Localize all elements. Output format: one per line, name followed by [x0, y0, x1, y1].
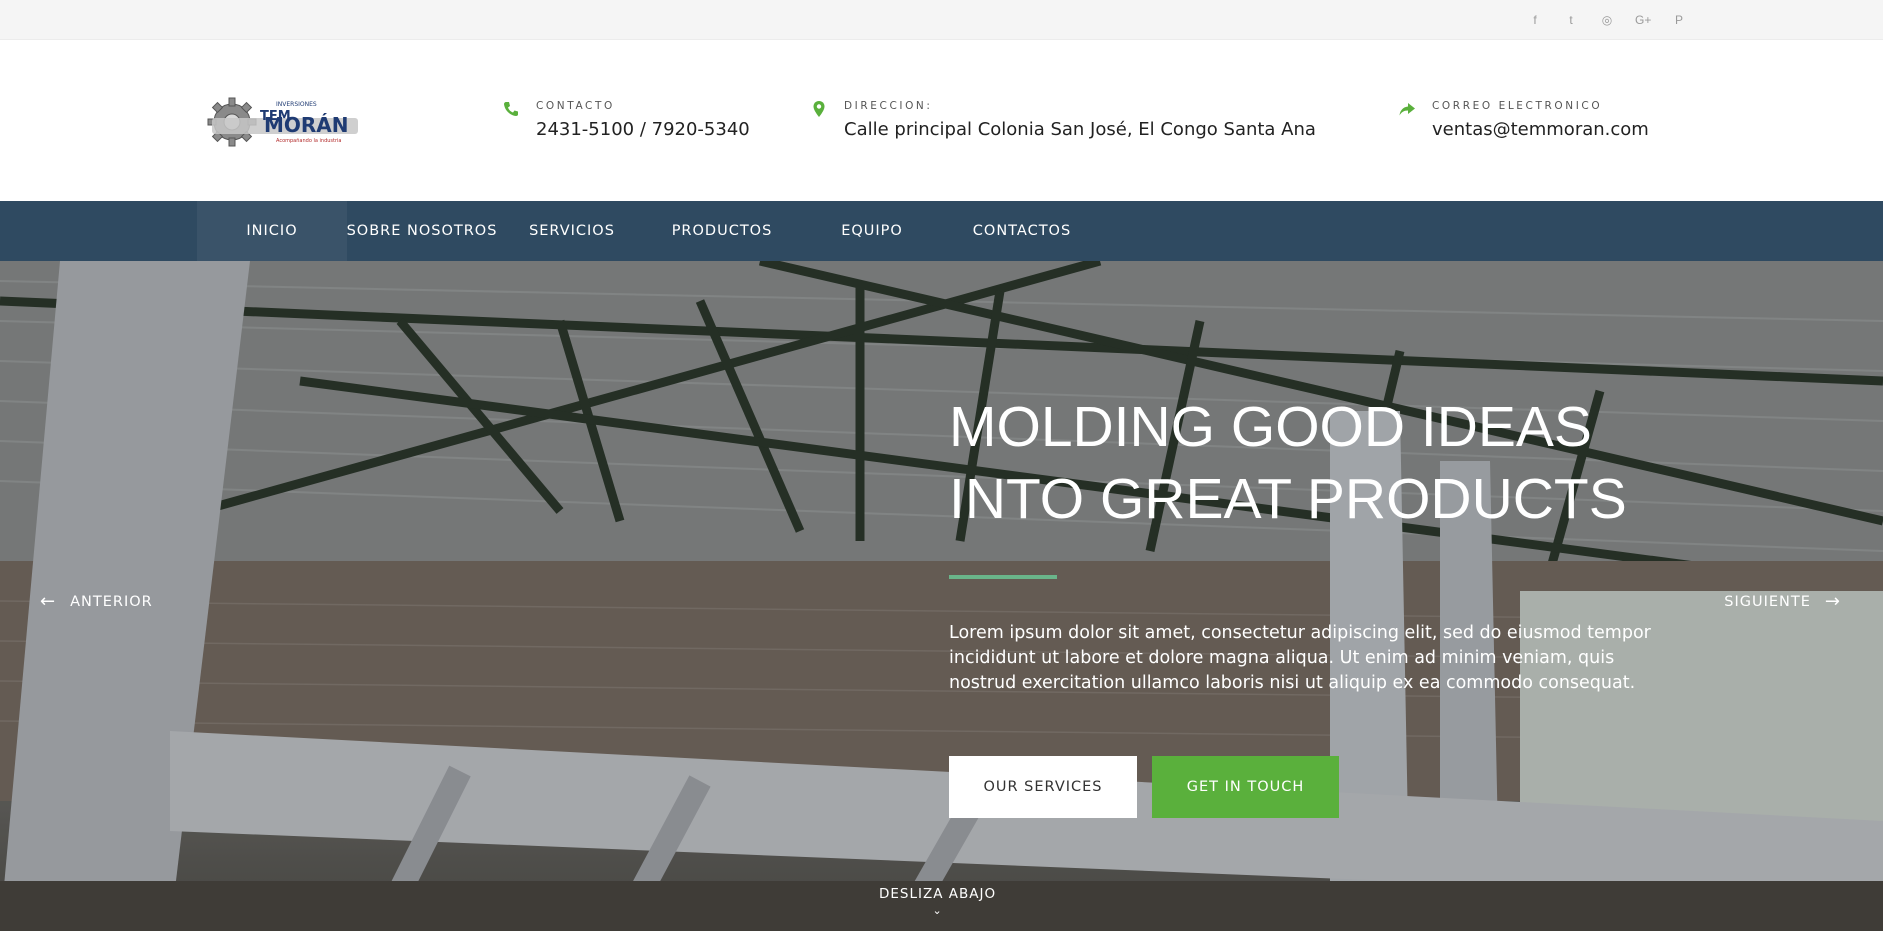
arrow-left-icon: ← [40, 591, 57, 612]
main-nav: INICIO SOBRE NOSOTROS SERVICIOS PRODUCTO… [0, 201, 1883, 261]
phone-icon [504, 102, 518, 116]
scroll-down[interactable]: DESLIZA ABAJO ⌄ [879, 886, 996, 917]
nav-item-sobre-nosotros[interactable]: SOBRE NOSOTROS [347, 201, 497, 261]
nav-item-contactos[interactable]: CONTACTOS [947, 201, 1097, 261]
svg-text:INVERSIONES: INVERSIONES [276, 101, 317, 108]
contact-phone[interactable]: 2431-5100 / 7920-5340 [536, 119, 750, 140]
share-arrow-icon [1399, 103, 1415, 116]
site-header: INVERSIONES TEM MORÁN Acompañando la ind… [0, 40, 1883, 201]
pinterest-icon[interactable]: P [1671, 13, 1687, 27]
slider-next[interactable]: SIGUIENTE → [1724, 591, 1841, 612]
instagram-icon[interactable]: ◎ [1599, 13, 1615, 27]
facebook-icon[interactable]: f [1527, 13, 1543, 27]
twitter-icon[interactable]: t [1563, 13, 1579, 27]
nav-item-equipo[interactable]: EQUIPO [797, 201, 947, 261]
hero-title: MOLDING GOOD IDEAS INTO GREAT PRODUCTS [949, 391, 1627, 535]
email-label: CORREO ELECTRONICO [1432, 100, 1603, 112]
nav-item-servicios[interactable]: SERVICIOS [497, 201, 647, 261]
arrow-right-icon: → [1824, 591, 1841, 612]
hero-divider [949, 575, 1057, 579]
contact-label: CONTACTO [536, 100, 615, 112]
top-bar: f t ◎ G+ P [0, 0, 1883, 40]
nav-item-inicio[interactable]: INICIO [197, 201, 347, 261]
address-label: DIRECCION: [844, 100, 933, 112]
get-in-touch-button[interactable]: GET IN TOUCH [1152, 756, 1339, 818]
nav-item-productos[interactable]: PRODUCTOS [647, 201, 797, 261]
hero-description: Lorem ipsum dolor sit amet, consectetur … [949, 623, 1651, 693]
hero-title-line2: INTO GREAT PRODUCTS [949, 467, 1627, 531]
email-value[interactable]: ventas@temmoran.com [1432, 119, 1649, 140]
hero-background-image [0, 261, 1883, 931]
scroll-down-label: DESLIZA ABAJO [879, 886, 997, 902]
slider-prev-label: ANTERIOR [70, 593, 153, 610]
slider-prev[interactable]: ← ANTERIOR [40, 591, 153, 612]
google-plus-icon[interactable]: G+ [1635, 13, 1651, 27]
our-services-button[interactable]: OUR SERVICES [949, 756, 1137, 818]
social-links: f t ◎ G+ P [1527, 0, 1687, 40]
address-value: Calle principal Colonia San José, El Con… [844, 119, 1316, 140]
hero-slider: ← ANTERIOR SIGUIENTE → MOLDING GOOD IDEA… [0, 261, 1883, 931]
svg-text:Acompañando la industria: Acompañando la industria [276, 138, 342, 144]
company-logo[interactable]: INVERSIONES TEM MORÁN Acompañando la ind… [202, 92, 362, 152]
slider-next-label: SIGUIENTE [1724, 593, 1811, 610]
chevron-down-icon: ⌄ [932, 904, 943, 917]
map-pin-icon [813, 101, 825, 117]
svg-text:MORÁN: MORÁN [264, 113, 349, 137]
hero-title-line1: MOLDING GOOD IDEAS [949, 395, 1592, 459]
